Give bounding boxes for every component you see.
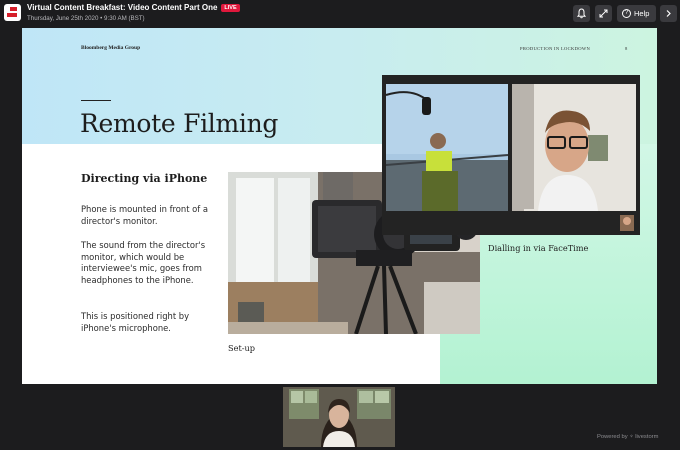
slide-paragraph: The sound from the director's monitor, w… — [81, 240, 206, 285]
slide-brand: Bloomberg Media Group — [81, 45, 141, 51]
title-rule — [81, 100, 111, 101]
slide-paragraph: This is positioned right by iPhone's mic… — [81, 311, 190, 333]
app-logo — [4, 4, 21, 21]
slide-section-label: PRODUCTION IN LOCKDOWN — [520, 46, 591, 51]
help-button[interactable]: ? Help — [617, 5, 656, 22]
caption-setup: Set-up — [228, 343, 256, 353]
expand-icon — [599, 9, 608, 18]
powered-by[interactable]: Powered by ♆ livestorm — [597, 434, 658, 440]
shared-slide: Bloomberg Media Group PRODUCTION IN LOCK… — [22, 28, 657, 384]
fullscreen-button[interactable] — [595, 5, 612, 22]
slide-paragraph: Phone is mounted in front of a director'… — [81, 204, 209, 226]
bell-icon — [577, 8, 586, 19]
event-datetime: Thursday, June 25th 2020 • 9:30 AM (BST) — [27, 15, 145, 22]
slide-page-number: 8 — [625, 46, 628, 51]
caption-facetime: Dialling in via FaceTime — [488, 243, 589, 253]
top-bar: Virtual Content Breakfast: Video Content… — [0, 0, 680, 28]
help-icon: ? — [622, 9, 631, 18]
livestorm-icon: ♆ — [629, 434, 634, 440]
event-title: Virtual Content Breakfast: Video Content… — [27, 3, 240, 12]
sidebar-toggle-button[interactable] — [660, 5, 677, 22]
chevron-right-icon — [666, 10, 671, 17]
facetime-photo — [382, 75, 640, 235]
notifications-button[interactable] — [573, 5, 590, 22]
slide-title: Remote Filming — [80, 109, 279, 138]
slide-subheading: Directing via iPhone — [81, 172, 208, 185]
live-badge: LIVE — [221, 4, 240, 12]
presenter-video[interactable] — [283, 387, 395, 447]
